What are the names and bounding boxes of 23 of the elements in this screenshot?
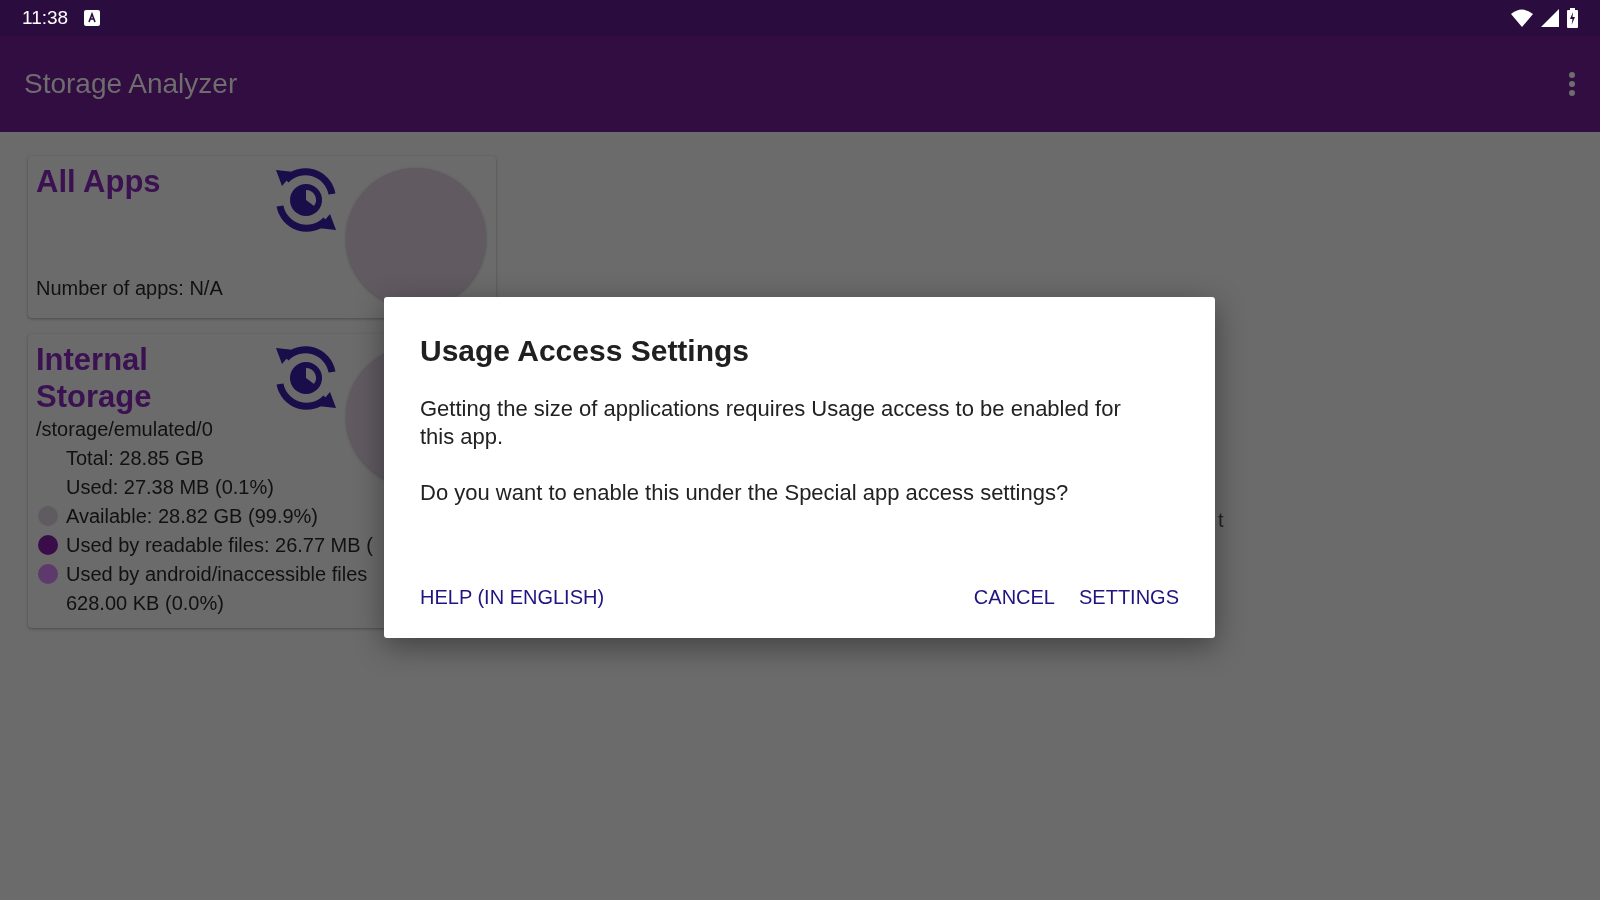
storage-info-text: Total: 28.85 GB bbox=[66, 446, 204, 472]
dialog-message: Do you want to enable this under the Special app access settings? bbox=[420, 479, 1070, 507]
partial-text: t bbox=[1218, 508, 1224, 533]
battery-charging-icon bbox=[1567, 8, 1578, 28]
storage-info-text: Available: 28.82 GB (99.9%) bbox=[66, 504, 318, 530]
storage-info-text: Used: 27.38 MB (0.1%) bbox=[66, 475, 274, 501]
storage-info-text: Number of apps: N/A bbox=[36, 276, 223, 301]
storage-path: /storage/emulated/0 bbox=[36, 417, 213, 443]
dialog-button[interactable]: HELP (IN ENGLISH) bbox=[420, 576, 605, 618]
app-title: Storage Analyzer bbox=[24, 67, 238, 101]
more-options-icon[interactable] bbox=[1568, 71, 1576, 97]
keyboard-notification-icon bbox=[84, 10, 101, 26]
card-title: All Apps bbox=[36, 164, 162, 201]
signal-icon bbox=[1541, 9, 1559, 27]
card-title: Internal Storage bbox=[36, 342, 153, 416]
clock-text: 11:38 bbox=[22, 5, 69, 30]
wifi-icon bbox=[1511, 9, 1533, 27]
dialog-message: Getting the size of applications requires Usage access to be enabled for this app. bbox=[420, 395, 1122, 451]
storage-info-text: Used by android/inaccessible files 628.00 KB (0.0%) bbox=[66, 562, 368, 617]
storage-info-text: Used by readable files: 26.77 MB ( bbox=[66, 533, 373, 559]
dialog-title: Usage Access Settings bbox=[420, 333, 751, 369]
dialog-button[interactable]: SETTINGS bbox=[1079, 576, 1179, 618]
dialog-button[interactable]: CANCEL bbox=[973, 576, 1055, 618]
